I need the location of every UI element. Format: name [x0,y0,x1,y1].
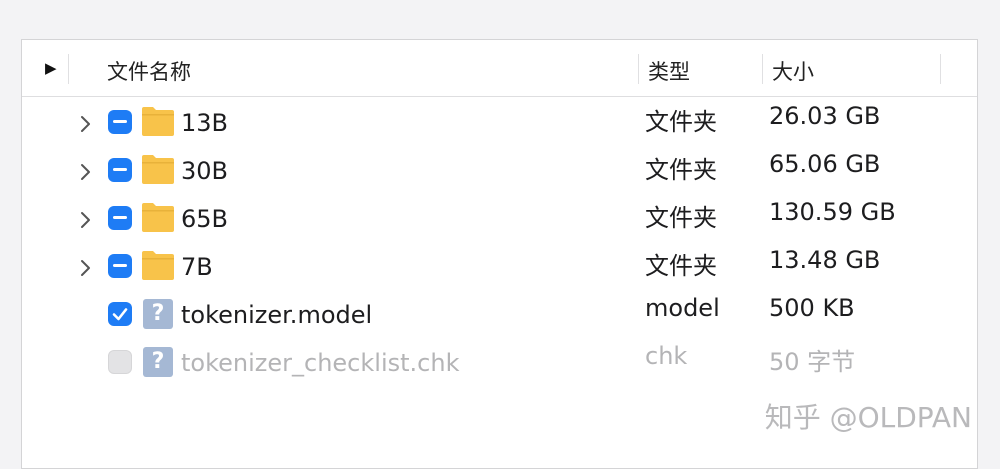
play-icon[interactable]: ▶ [45,59,57,77]
table-row[interactable]: 65B 文件夹 130.59 GB [22,196,977,244]
column-divider[interactable] [68,54,69,84]
file-name: tokenizer.model [181,301,373,329]
checkbox-partial[interactable] [108,110,132,134]
watermark: 知乎 @OLDPAN [764,401,972,434]
file-size: 26.03 GB [769,102,881,130]
file-type: 文件夹 [645,252,717,280]
column-divider[interactable] [940,54,941,84]
file-type: 文件夹 [645,108,717,136]
folder-icon [142,155,174,184]
column-divider[interactable] [638,54,639,84]
folder-icon [142,107,174,136]
file-name: tokenizer_checklist.chk [181,349,460,377]
column-divider[interactable] [762,54,763,84]
file-size: 500 KB [769,294,855,322]
checkbox-partial[interactable] [108,158,132,182]
table-row[interactable]: 7B 文件夹 13.48 GB [22,244,977,292]
chevron-right-icon[interactable] [76,160,96,184]
checkbox-checked[interactable] [108,302,132,326]
file-type: 文件夹 [645,156,717,184]
column-header-type[interactable]: 类型 [648,56,690,86]
table-row[interactable]: 30B 文件夹 65.06 GB [22,148,977,196]
file-size: 65.06 GB [769,150,881,178]
checkbox-partial[interactable] [108,254,132,278]
chevron-right-icon[interactable] [76,208,96,232]
file-name: 30B [181,157,229,185]
table-row-disabled: ? tokenizer_checklist.chk chk 50 字节 [22,340,977,388]
folder-icon [142,203,174,232]
file-type: chk [645,342,688,370]
unknown-file-icon: ? [143,347,173,377]
file-size: 13.48 GB [769,246,881,274]
checkbox-disabled [108,350,132,374]
table-row[interactable]: 13B 文件夹 26.03 GB [22,100,977,148]
chevron-right-icon[interactable] [76,112,96,136]
table-header: ▶ 文件名称 类型 大小 [22,40,977,97]
table-row[interactable]: ? tokenizer.model model 500 KB [22,292,977,340]
file-name: 7B [181,253,213,281]
checkbox-partial[interactable] [108,206,132,230]
file-size: 50 字节 [769,348,856,376]
column-header-size[interactable]: 大小 [772,56,814,86]
checkmark-icon [112,308,128,321]
folder-icon [142,251,174,280]
chevron-right-icon[interactable] [76,256,96,280]
file-type: model [645,294,720,322]
column-header-name[interactable]: 文件名称 [107,56,191,86]
file-name: 13B [181,109,229,137]
file-size: 130.59 GB [769,198,896,226]
unknown-file-icon: ? [143,299,173,329]
file-type: 文件夹 [645,204,717,232]
file-name: 65B [181,205,229,233]
